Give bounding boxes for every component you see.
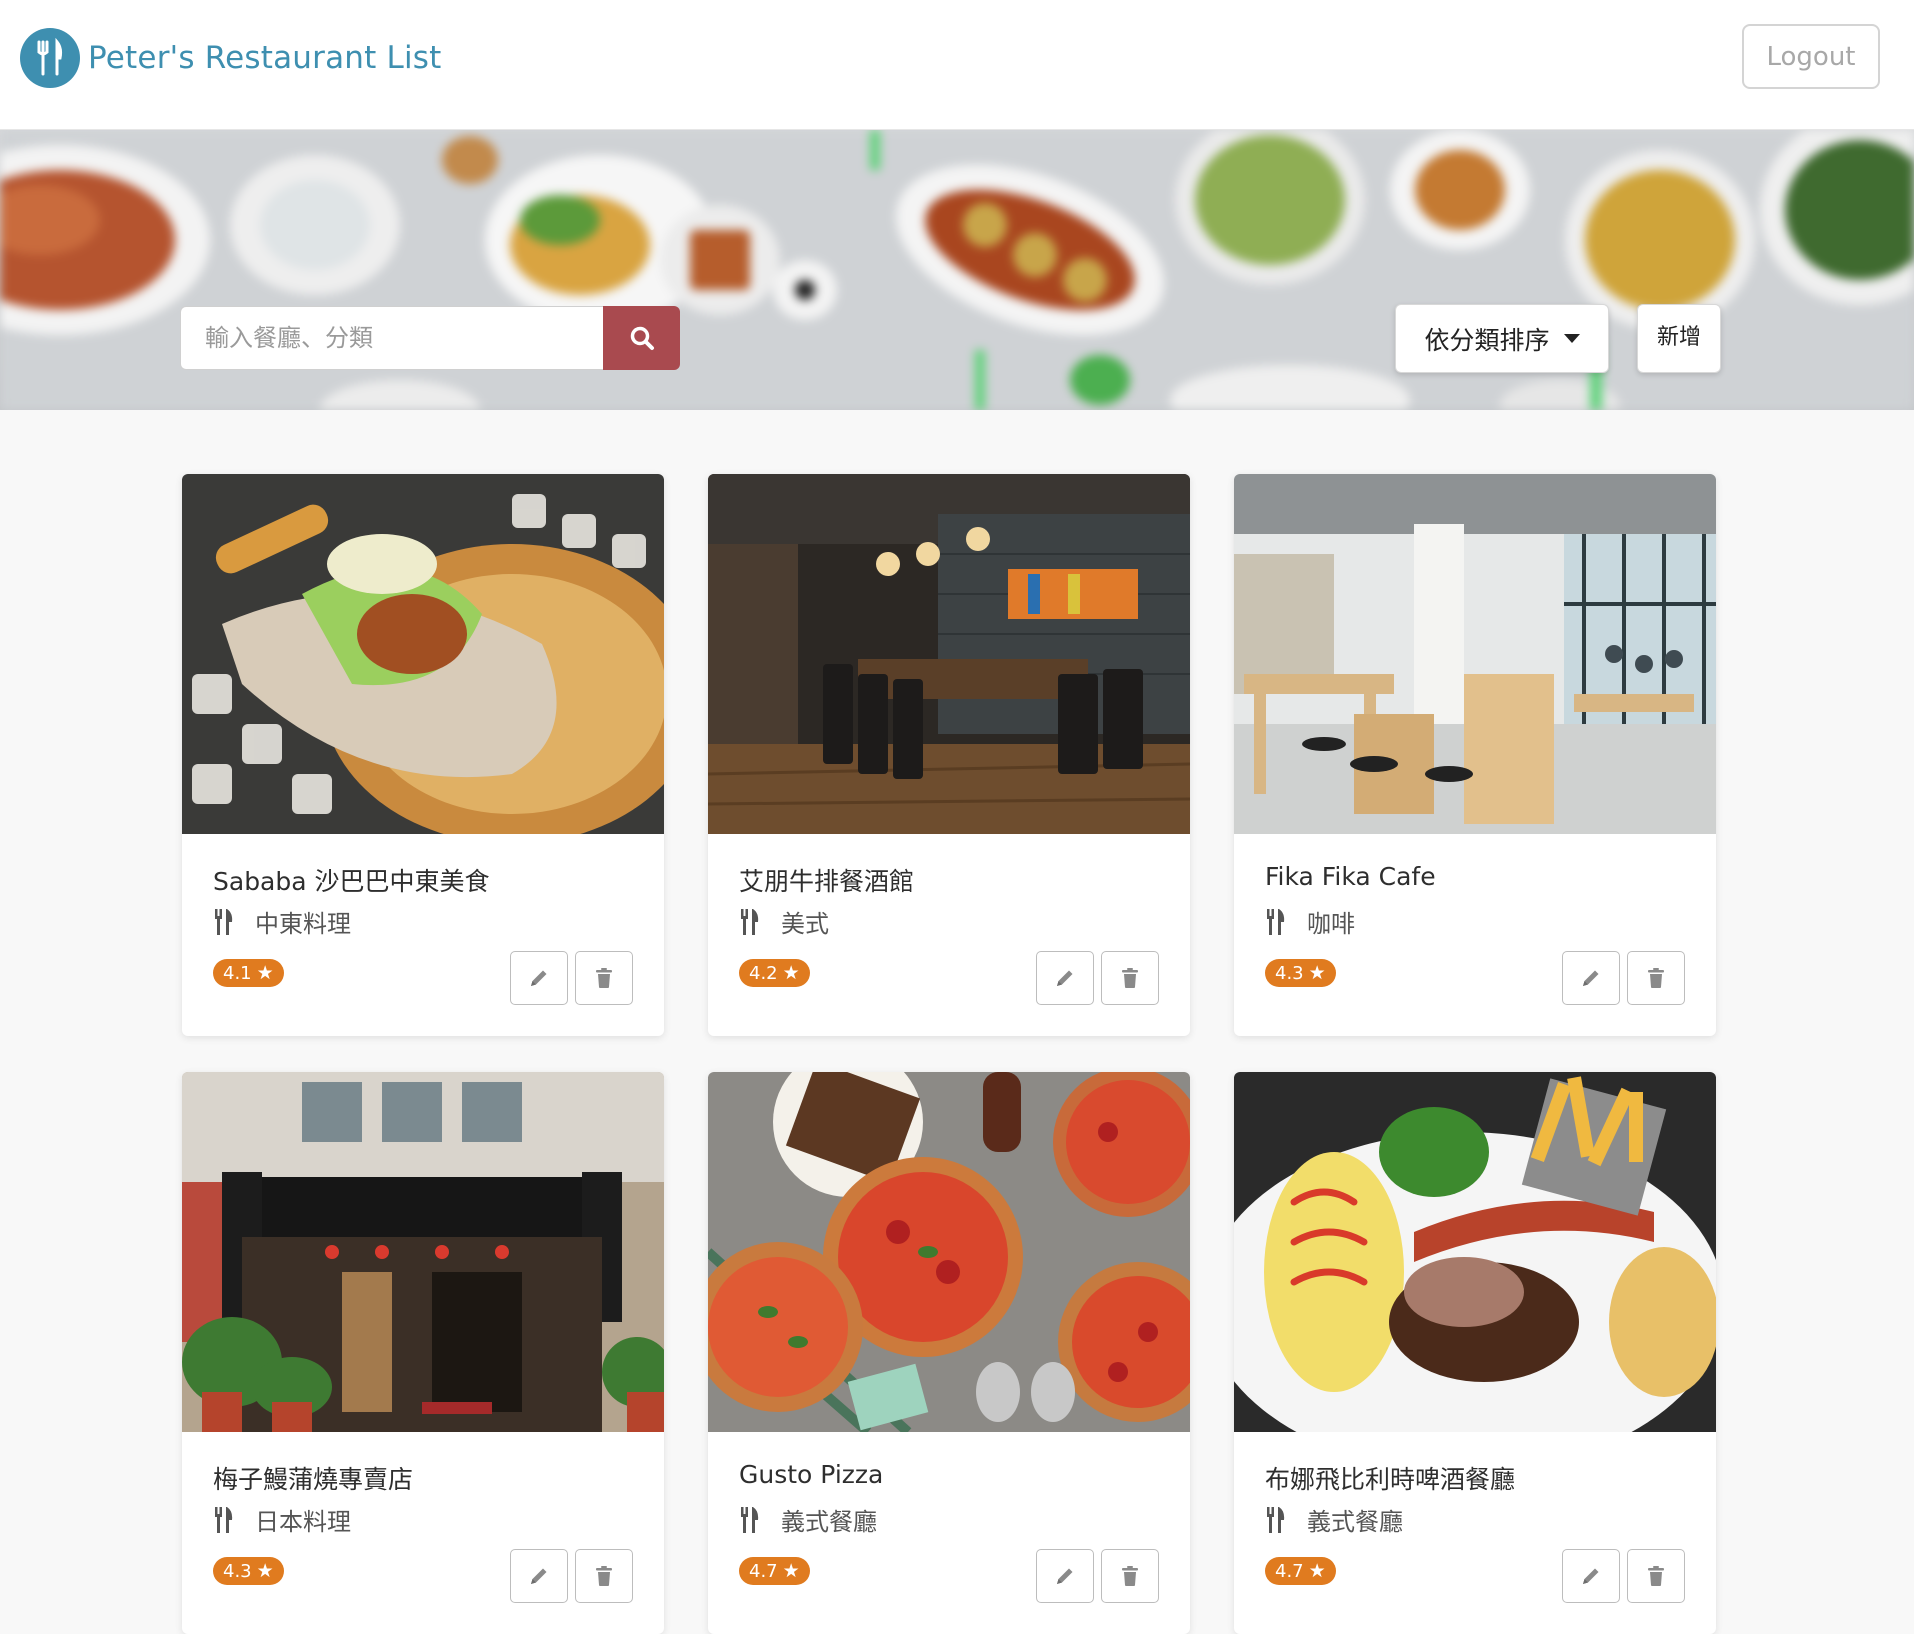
- category-label: 義式餐廳: [1307, 1508, 1403, 1536]
- navbar: Peter's Restaurant List Logout: [0, 0, 1914, 130]
- trash-icon: [1648, 1566, 1664, 1586]
- category-label: 咖啡: [1307, 910, 1355, 938]
- utensils-logo-icon: [20, 28, 80, 88]
- pencil-icon: [1057, 970, 1073, 986]
- restaurant-name: 梅子鰻蒲燒專賣店: [213, 1465, 414, 1494]
- utensils-icon: [213, 908, 235, 935]
- delete-button[interactable]: [575, 951, 633, 1005]
- restaurant-name: Fika Fika Cafe: [1265, 862, 1436, 891]
- sort-dropdown[interactable]: 依分類排序: [1395, 304, 1609, 373]
- pencil-icon: [1583, 1568, 1599, 1584]
- utensils-icon: [1265, 1506, 1287, 1533]
- restaurant-category: 義式餐廳: [1265, 1502, 1403, 1537]
- rating-badge: 4.2 ★: [739, 959, 810, 987]
- add-restaurant-button[interactable]: 新增: [1637, 304, 1721, 373]
- brand-title: Peter's Restaurant List: [88, 40, 442, 76]
- restaurant-card[interactable]: 梅子鰻蒲燒專賣店 日本料理 4.3 ★: [182, 1072, 664, 1634]
- restaurant-name: Sababa 沙巴巴中東美食: [213, 867, 490, 896]
- delete-button[interactable]: [575, 1549, 633, 1603]
- rating-badge: 4.7 ★: [1265, 1557, 1336, 1585]
- restaurant-category: 美式: [739, 904, 829, 939]
- restaurant-card[interactable]: 布娜飛比利時啤酒餐廳 義式餐廳 4.7 ★: [1234, 1072, 1716, 1634]
- search-bar: [180, 306, 680, 370]
- utensils-icon: [1265, 908, 1287, 935]
- category-label: 義式餐廳: [781, 1508, 877, 1536]
- star-icon: ★: [782, 1560, 800, 1582]
- delete-button[interactable]: [1101, 1549, 1159, 1603]
- star-icon: ★: [256, 962, 274, 984]
- logout-button[interactable]: Logout: [1742, 24, 1880, 89]
- edit-button[interactable]: [1562, 1549, 1620, 1603]
- rating-value: 4.7: [749, 1560, 778, 1582]
- restaurant-category: 中東料理: [213, 904, 351, 939]
- edit-button[interactable]: [1036, 951, 1094, 1005]
- rating-badge: 4.3 ★: [1265, 959, 1336, 987]
- trash-icon: [1648, 968, 1664, 988]
- star-icon: ★: [1308, 962, 1326, 984]
- restaurant-photo: [708, 1072, 1190, 1432]
- restaurant-card[interactable]: Fika Fika Cafe 咖啡 4.3 ★: [1234, 474, 1716, 1036]
- restaurant-photo: [1234, 1072, 1716, 1432]
- edit-button[interactable]: [1562, 951, 1620, 1005]
- restaurant-card[interactable]: 艾朋牛排餐酒館 美式 4.2 ★: [708, 474, 1190, 1036]
- star-icon: ★: [1308, 1560, 1326, 1582]
- star-icon: ★: [256, 1560, 274, 1582]
- search-input[interactable]: [180, 306, 603, 370]
- star-icon: ★: [782, 962, 800, 984]
- restaurant-photo: [1234, 474, 1716, 834]
- category-label: 美式: [781, 910, 829, 938]
- utensils-icon: [739, 1506, 761, 1533]
- rating-badge: 4.1 ★: [213, 959, 284, 987]
- restaurant-name: 布娜飛比利時啤酒餐廳: [1265, 1465, 1516, 1494]
- edit-button[interactable]: [1036, 1549, 1094, 1603]
- restaurant-category: 咖啡: [1265, 904, 1355, 939]
- edit-button[interactable]: [510, 951, 568, 1005]
- restaurant-name: Gusto Pizza: [739, 1460, 884, 1489]
- pencil-icon: [531, 1568, 547, 1584]
- search-button[interactable]: [603, 306, 680, 370]
- rating-value: 4.3: [223, 1560, 252, 1582]
- pencil-icon: [531, 970, 547, 986]
- restaurant-photo: [182, 474, 664, 834]
- caret-down-icon: [1563, 334, 1580, 343]
- delete-button[interactable]: [1101, 951, 1159, 1005]
- trash-icon: [1122, 968, 1138, 988]
- utensils-icon: [213, 1506, 235, 1533]
- trash-icon: [596, 1566, 612, 1586]
- restaurant-name: 艾朋牛排餐酒館: [739, 867, 915, 896]
- restaurant-photo: [708, 474, 1190, 834]
- hero-banner: 依分類排序 新增: [0, 130, 1914, 410]
- rating-value: 4.1: [223, 962, 252, 984]
- utensils-icon: [739, 908, 761, 935]
- restaurant-category: 義式餐廳: [739, 1502, 877, 1537]
- category-label: 中東料理: [255, 910, 351, 938]
- sort-dropdown-label: 依分類排序: [1424, 325, 1550, 355]
- delete-button[interactable]: [1627, 1549, 1685, 1603]
- trash-icon: [1122, 1566, 1138, 1586]
- restaurant-photo: [182, 1072, 664, 1432]
- rating-value: 4.3: [1275, 962, 1304, 984]
- restaurant-category: 日本料理: [213, 1502, 351, 1537]
- restaurant-card[interactable]: Sababa 沙巴巴中東美食 中東料理 4.1 ★: [182, 474, 664, 1036]
- restaurant-card[interactable]: Gusto Pizza 義式餐廳 4.7 ★: [708, 1072, 1190, 1634]
- search-icon: [630, 326, 654, 350]
- delete-button[interactable]: [1627, 951, 1685, 1005]
- edit-button[interactable]: [510, 1549, 568, 1603]
- rating-value: 4.7: [1275, 1560, 1304, 1582]
- rating-badge: 4.3 ★: [213, 1557, 284, 1585]
- trash-icon: [596, 968, 612, 988]
- pencil-icon: [1583, 970, 1599, 986]
- restaurant-grid: Sababa 沙巴巴中東美食 中東料理 4.1 ★ 艾朋牛排餐酒館 美式 4.2…: [182, 474, 1716, 1634]
- brand[interactable]: Peter's Restaurant List: [20, 28, 442, 88]
- category-label: 日本料理: [255, 1508, 351, 1536]
- rating-badge: 4.7 ★: [739, 1557, 810, 1585]
- rating-value: 4.2: [749, 962, 778, 984]
- pencil-icon: [1057, 1568, 1073, 1584]
